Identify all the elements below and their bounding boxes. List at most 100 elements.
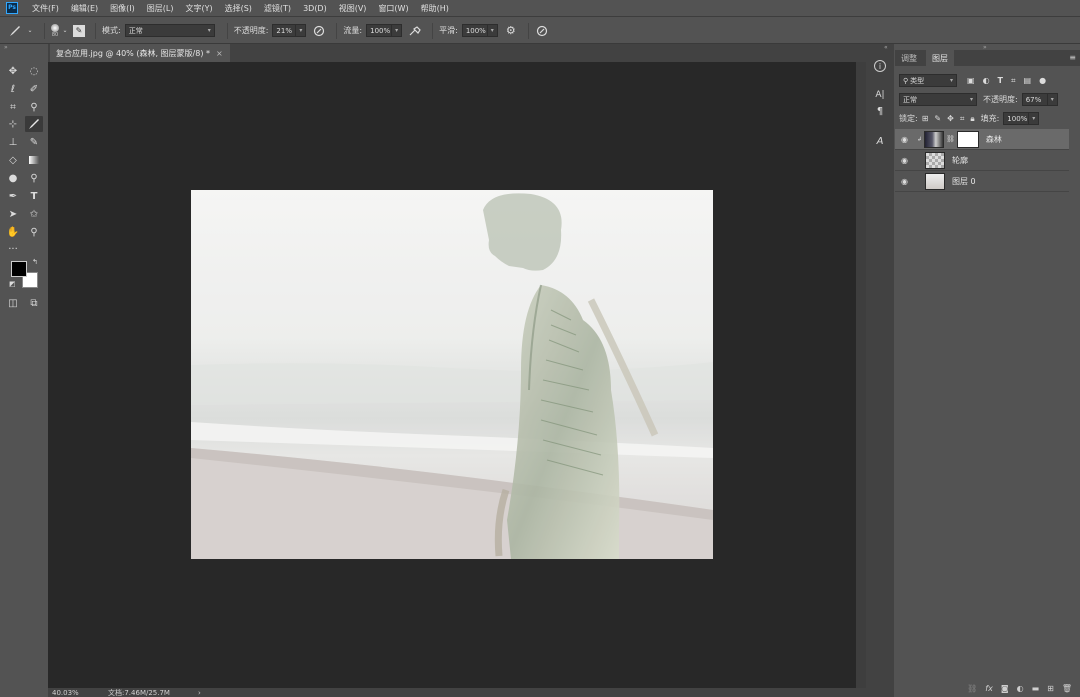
- layer-opacity-input[interactable]: 67%: [1021, 93, 1048, 106]
- tab-layers[interactable]: 图层: [926, 50, 954, 66]
- blend-mode-select[interactable]: 正常 ▾: [899, 93, 977, 106]
- link-layers-icon[interactable]: ⛓︎: [967, 684, 977, 693]
- menu-edit[interactable]: 编辑(E): [71, 3, 98, 14]
- hand-icon[interactable]: ✋: [4, 224, 22, 240]
- vertical-scrollbar[interactable]: [856, 62, 866, 688]
- adjustment-filter-icon[interactable]: ◐: [983, 76, 990, 85]
- shape-filter-icon[interactable]: ⌗: [1011, 76, 1016, 86]
- status-menu-arrow-icon[interactable]: ›: [198, 689, 201, 697]
- lasso-icon[interactable]: ℓ: [4, 81, 22, 97]
- collapse-panels-icon[interactable]: «: [884, 44, 888, 51]
- panel-menu-icon[interactable]: ≡: [1069, 53, 1076, 62]
- menu-file[interactable]: 文件(F): [32, 3, 59, 14]
- menu-filter[interactable]: 滤镜(T): [264, 3, 291, 14]
- layer-name[interactable]: 图层 0: [952, 176, 976, 187]
- layer-name[interactable]: 森林: [986, 134, 1002, 145]
- type-filter-icon[interactable]: T: [998, 76, 1003, 85]
- menu-view[interactable]: 视图(V): [339, 3, 367, 14]
- canvas-area[interactable]: [48, 62, 856, 688]
- default-colors-icon[interactable]: ◩: [9, 280, 16, 288]
- chevron-down-icon[interactable]: ⌄: [26, 24, 34, 38]
- screen-mode-icon[interactable]: ⧉: [25, 295, 43, 311]
- type-icon[interactable]: T: [25, 188, 43, 204]
- shape-icon[interactable]: ✩: [25, 206, 43, 222]
- smoothing-input[interactable]: 100%: [461, 24, 488, 37]
- layer-row[interactable]: ◉ 图层 0: [895, 171, 1069, 192]
- flow-dropdown[interactable]: ▾: [392, 24, 403, 37]
- quick-mask-icon[interactable]: ◫: [4, 295, 22, 311]
- flow-input[interactable]: 100%: [366, 24, 393, 37]
- collapse-toolbar-icon[interactable]: »: [0, 44, 48, 52]
- foreground-color-swatch[interactable]: [11, 261, 27, 277]
- lock-all-icon[interactable]: 🔒︎: [970, 114, 974, 124]
- fill-input[interactable]: 100%: [1003, 112, 1030, 125]
- opacity-dropdown[interactable]: ▾: [296, 24, 307, 37]
- marquee-icon[interactable]: ◌: [25, 63, 43, 79]
- menu-layer[interactable]: 图层(L): [147, 3, 174, 14]
- fill-dropdown[interactable]: ▾: [1029, 112, 1040, 125]
- pixel-filter-icon[interactable]: ▣: [967, 76, 975, 85]
- path-select-icon[interactable]: ➤: [4, 206, 22, 222]
- lock-transparent-icon[interactable]: ⊞: [922, 114, 929, 123]
- add-mask-icon[interactable]: ◙: [1001, 684, 1009, 693]
- pen-icon[interactable]: ✒: [4, 188, 22, 204]
- history-brush-icon[interactable]: ✎: [25, 134, 43, 150]
- tab-adjustments[interactable]: 调整: [895, 50, 923, 66]
- brush-size-picker[interactable]: 80: [51, 23, 59, 38]
- info-icon[interactable]: i: [874, 60, 886, 72]
- pressure-size-icon[interactable]: [535, 24, 549, 38]
- eye-icon[interactable]: ◉: [901, 135, 915, 144]
- brush-settings-panel-icon[interactable]: ✎: [73, 24, 85, 37]
- adjustment-layer-icon[interactable]: ◐: [1017, 684, 1024, 693]
- glyphs-icon[interactable]: A: [873, 134, 887, 148]
- filter-kind-select[interactable]: ⚲ 类型 ▾: [899, 74, 957, 87]
- layer-opacity-dropdown[interactable]: ▾: [1047, 93, 1058, 106]
- close-icon[interactable]: ×: [216, 49, 223, 58]
- more-tools-icon[interactable]: ···: [4, 241, 22, 257]
- menu-image[interactable]: 图像(I): [110, 3, 135, 14]
- eye-icon[interactable]: ◉: [901, 177, 915, 186]
- mode-select[interactable]: 正常 ▾: [124, 24, 215, 37]
- layer-thumbnail[interactable]: [924, 130, 945, 148]
- menu-help[interactable]: 帮助(H): [421, 3, 449, 14]
- swap-colors-icon[interactable]: ↰: [32, 258, 38, 266]
- eraser-icon[interactable]: ◇: [4, 152, 22, 168]
- lock-position-icon[interactable]: ✥: [947, 114, 954, 123]
- menu-3d[interactable]: 3D(D): [303, 4, 327, 13]
- move-icon[interactable]: ✥: [4, 63, 22, 79]
- character-icon[interactable]: A|: [873, 88, 887, 102]
- canvas-image[interactable]: [191, 190, 713, 559]
- eye-icon[interactable]: ◉: [901, 156, 915, 165]
- layer-thumbnail[interactable]: [925, 151, 945, 169]
- menu-type[interactable]: 文字(Y): [185, 3, 212, 14]
- menu-window[interactable]: 窗口(W): [378, 3, 408, 14]
- layer-mask-thumbnail[interactable]: [956, 130, 979, 148]
- trash-icon[interactable]: 🗑︎: [1062, 684, 1072, 693]
- airbrush-icon[interactable]: [408, 24, 422, 38]
- blur-icon[interactable]: ●: [4, 170, 22, 186]
- layer-name[interactable]: 轮廓: [952, 155, 968, 166]
- lock-artboard-icon[interactable]: ⌗: [960, 114, 965, 124]
- lock-image-icon[interactable]: ✎: [934, 114, 941, 123]
- paragraph-icon[interactable]: ¶: [873, 104, 887, 118]
- menu-select[interactable]: 选择(S): [225, 3, 252, 14]
- opacity-input[interactable]: 21%: [272, 24, 297, 37]
- layer-row[interactable]: ◉ 轮廓: [895, 150, 1069, 171]
- quick-select-icon[interactable]: ✐: [25, 81, 43, 97]
- brush-icon[interactable]: [25, 116, 43, 132]
- zoom-level[interactable]: 40.03%: [52, 689, 108, 697]
- pressure-opacity-icon[interactable]: [312, 24, 326, 38]
- layer-thumbnail[interactable]: [925, 172, 945, 190]
- new-layer-icon[interactable]: ⊞: [1047, 684, 1054, 693]
- chevron-down-icon[interactable]: ⌄: [61, 24, 69, 38]
- zoom-icon[interactable]: ⚲: [25, 224, 43, 240]
- smart-object-filter-icon[interactable]: ▤: [1024, 76, 1032, 85]
- folder-icon[interactable]: ▬: [1032, 684, 1040, 693]
- eyedropper-icon[interactable]: ⚲: [25, 99, 43, 115]
- gradient-icon[interactable]: [25, 152, 43, 168]
- gear-icon[interactable]: ⚙: [504, 24, 518, 38]
- filter-toggle-icon[interactable]: ●: [1039, 76, 1046, 85]
- document-tab[interactable]: 复合应用.jpg @ 40% (森林, 图层蒙版/8) * ×: [50, 44, 230, 62]
- smoothing-dropdown[interactable]: ▾: [487, 24, 498, 37]
- fx-icon[interactable]: fx: [985, 684, 993, 693]
